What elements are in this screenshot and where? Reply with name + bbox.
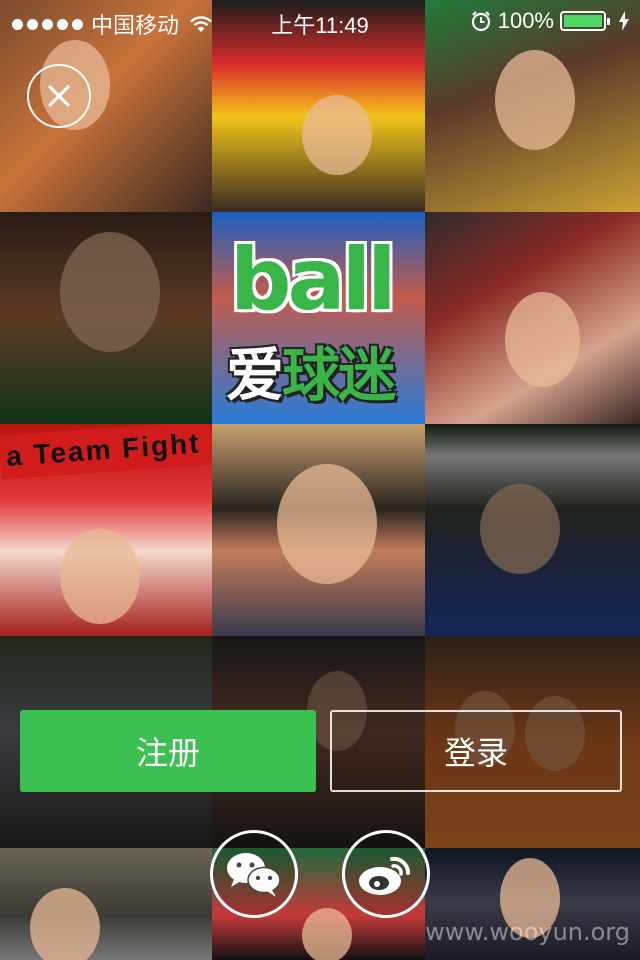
charging-bolt-icon [619, 11, 629, 31]
register-label: 注册 [135, 735, 200, 771]
fan-photo [425, 424, 640, 636]
logo-chinese-text: 爱球迷 [226, 328, 396, 412]
logo-tile: ball 爱球迷 [212, 212, 425, 424]
battery-icon [560, 11, 610, 31]
login-label: 登录 [443, 735, 508, 771]
close-icon [48, 85, 70, 107]
fan-photo [212, 424, 425, 636]
login-button[interactable]: 登录 [330, 710, 622, 792]
watermark: www.wooyun.org [425, 918, 630, 946]
team-scarf: a Team Fight [0, 424, 212, 480]
register-button[interactable]: 注册 [20, 710, 316, 792]
app-logo: ball 爱球迷 [220, 224, 416, 410]
fan-photo [0, 212, 212, 424]
fan-photo [425, 212, 640, 424]
fan-photo [0, 848, 212, 960]
battery-percent: 100% [497, 8, 554, 33]
logo-latin-text: ball [230, 230, 397, 330]
wechat-login-button[interactable] [210, 830, 298, 918]
photo-mosaic-background: ball 爱球迷 a Team Fight [0, 0, 640, 960]
wechat-icon [227, 853, 281, 897]
alarm-clock-icon [471, 11, 490, 32]
fan-photo: a Team Fight [0, 424, 212, 636]
status-right: 100% [470, 8, 630, 34]
close-button[interactable] [27, 64, 91, 128]
logo-chinese-white: 爱 [226, 343, 284, 408]
logo-chinese-green: 球迷 [282, 343, 396, 408]
status-bar: 中国移动 上午11:49 100% [0, 0, 640, 40]
weibo-icon [359, 856, 411, 895]
weibo-login-button[interactable] [342, 830, 430, 918]
